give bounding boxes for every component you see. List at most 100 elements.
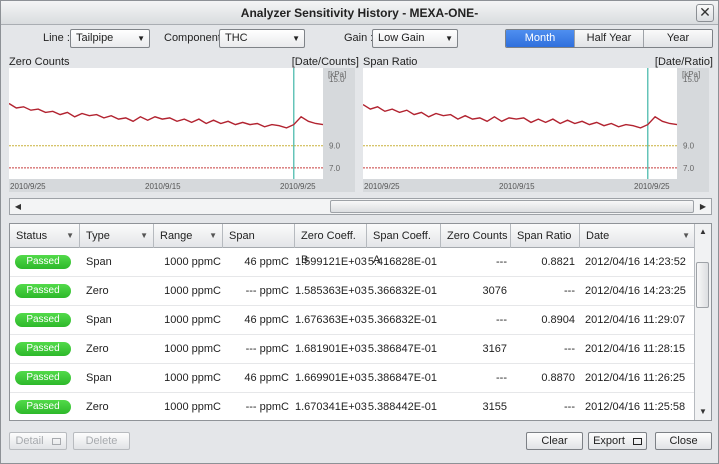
component-label: Component : bbox=[164, 32, 227, 44]
date-cell: 2012/04/16 11:29:07 bbox=[585, 314, 686, 326]
x-tick-label: 2010/9/25 bbox=[364, 182, 400, 191]
button-label: Detail bbox=[15, 435, 44, 447]
zero-counts-chart: Zero Counts [Date/Counts] [kPa] 15.0 9.0 7.… bbox=[9, 56, 359, 193]
span-cell: 46 ppmC bbox=[244, 256, 289, 268]
table-row[interactable]: Passed Zero 1000 ppmC --- ppmC 1.585363E+03 5… bbox=[10, 277, 695, 306]
gain-select-value: Low Gain bbox=[378, 32, 425, 44]
span-coeff-a-cell: 5.386847E-01 bbox=[367, 372, 437, 384]
zero-coeff-b-cell: 1.670341E+03 bbox=[295, 401, 367, 413]
export-button[interactable]: Export bbox=[588, 432, 647, 450]
detail-button[interactable]: Detail bbox=[9, 432, 67, 450]
chart-unit-label: [Date/Ratio] bbox=[654, 56, 713, 68]
clear-button[interactable]: Clear bbox=[526, 432, 583, 450]
status-badge: Passed bbox=[15, 371, 71, 385]
zero-counts-cell: --- bbox=[496, 314, 507, 326]
table-row[interactable]: Passed Zero 1000 ppmC --- ppmC 1.681901E+03 5… bbox=[10, 335, 695, 364]
range-cell: 1000 ppmC bbox=[164, 372, 221, 384]
delete-button[interactable]: Delete bbox=[73, 432, 130, 450]
table-row[interactable]: Passed Zero 1000 ppmC --- ppmC 1.670341E+03 5… bbox=[10, 393, 695, 420]
column-header-zero-counts[interactable]: Zero Counts bbox=[441, 224, 511, 248]
span-cell: 46 ppmC bbox=[244, 372, 289, 384]
close-button[interactable]: Close bbox=[655, 432, 712, 450]
chart-unit-label: [Date/Counts] bbox=[291, 56, 359, 68]
chart-plot: [kPa]15.09.07.02010/9/25 2010/9/15 2010/9/… bbox=[9, 68, 355, 192]
x-tick-label: 2010/9/15 bbox=[499, 182, 535, 191]
column-header-zero-coeff-b[interactable]: Zero Coeff. B bbox=[295, 224, 367, 266]
table-vertical-scrollbar[interactable]: ▲ ▼ bbox=[694, 224, 711, 420]
range-cell: 1000 ppmC bbox=[164, 256, 221, 268]
span-coeff-a-cell: 5.388442E-01 bbox=[367, 401, 437, 413]
arrow-down-icon[interactable]: ▼ bbox=[695, 404, 711, 420]
arrow-right-icon[interactable]: ▶ bbox=[696, 200, 710, 213]
column-label: Date bbox=[586, 230, 610, 242]
span-ratio-cell: --- bbox=[564, 401, 575, 413]
column-header-span[interactable]: Span bbox=[223, 224, 295, 248]
column-header-type[interactable]: Type ▼ bbox=[80, 224, 154, 248]
zero-counts-cell: 3076 bbox=[482, 285, 507, 297]
arrow-up-icon[interactable]: ▲ bbox=[695, 224, 711, 240]
y-tick-label: 7.0 bbox=[329, 164, 341, 173]
column-label: Zero Counts bbox=[447, 230, 508, 242]
column-header-span-coeff-a[interactable]: Span Coeff. A bbox=[367, 224, 441, 266]
column-header-date[interactable]: Date ▼ bbox=[580, 224, 695, 248]
chevron-down-icon: ▼ bbox=[209, 231, 217, 240]
zero-coeff-b-cell: 1.681901E+03 bbox=[295, 343, 367, 355]
date-cell: 2012/04/16 11:25:58 bbox=[585, 401, 686, 413]
zero-counts-cell: --- bbox=[496, 256, 507, 268]
window-icon bbox=[51, 437, 61, 445]
gain-select[interactable]: Low Gain ▼ bbox=[372, 29, 458, 48]
zero-coeff-b-cell: 1.599121E+03 bbox=[295, 256, 367, 268]
status-badge: Passed bbox=[15, 284, 71, 298]
x-tick-label: 2010/9/25 bbox=[10, 182, 46, 191]
status-badge: Passed bbox=[15, 313, 71, 327]
component-select[interactable]: THC ▼ bbox=[219, 29, 305, 48]
span-coeff-a-cell: 5.366832E-01 bbox=[367, 314, 437, 326]
y-tick-label: 9.0 bbox=[329, 142, 341, 151]
x-tick-label: 2010/9/25 bbox=[634, 182, 670, 191]
type-cell: Span bbox=[86, 256, 112, 268]
column-label: Span bbox=[229, 230, 255, 242]
chart-plot: [kPa]15.09.07.02010/9/25 2010/9/15 2010/9/… bbox=[363, 68, 709, 192]
tab-half-year[interactable]: Half Year bbox=[574, 30, 643, 47]
date-cell: 2012/04/16 11:26:25 bbox=[585, 372, 686, 384]
zero-counts-cell: --- bbox=[496, 372, 507, 384]
title-bar: Analyzer Sensitivity History - MEXA-ONE-… bbox=[1, 1, 718, 25]
range-cell: 1000 ppmC bbox=[164, 314, 221, 326]
table-row[interactable]: Passed Span 1000 ppmC 46 ppmC 1.669901E+03 5.… bbox=[10, 364, 695, 393]
tab-month[interactable]: Month bbox=[506, 30, 574, 47]
type-cell: Zero bbox=[86, 401, 109, 413]
zero-counts-cell: 3155 bbox=[482, 401, 507, 413]
type-cell: Span bbox=[86, 372, 112, 384]
zero-coeff-b-cell: 1.669901E+03 bbox=[295, 372, 367, 384]
span-ratio-cell: 0.8870 bbox=[541, 372, 575, 384]
span-coeff-a-cell: 5.386847E-01 bbox=[367, 343, 437, 355]
arrow-left-icon[interactable]: ◀ bbox=[11, 200, 25, 213]
chevron-down-icon: ▼ bbox=[66, 231, 74, 240]
column-header-range[interactable]: Range ▼ bbox=[154, 224, 223, 248]
scrollbar-thumb[interactable] bbox=[330, 200, 694, 213]
chart-title: Span Ratio bbox=[363, 56, 418, 68]
x-tick-label: 2010/9/15 bbox=[145, 182, 181, 191]
table-row[interactable]: Passed Span 1000 ppmC 46 ppmC 1.676363E+03 5.… bbox=[10, 306, 695, 335]
chevron-down-icon: ▼ bbox=[292, 34, 300, 43]
table-row[interactable]: Passed Span 1000 ppmC 46 ppmC 1.599121E+03 5.… bbox=[10, 248, 695, 277]
y-tick-label: 9.0 bbox=[683, 142, 695, 151]
tab-year[interactable]: Year bbox=[643, 30, 712, 47]
window-icon bbox=[632, 437, 642, 445]
line-select[interactable]: Tailpipe ▼ bbox=[70, 29, 150, 48]
button-label: Close bbox=[669, 435, 698, 447]
column-header-span-ratio[interactable]: Span Ratio bbox=[511, 224, 580, 248]
zero-counts-cell: 3167 bbox=[482, 343, 507, 355]
span-cell: --- ppmC bbox=[245, 285, 289, 297]
date-cell: 2012/04/16 14:23:25 bbox=[585, 285, 686, 297]
y-tick-label: 15.0 bbox=[329, 75, 345, 84]
scrollbar-thumb[interactable] bbox=[696, 262, 709, 308]
analyzer-sensitivity-window: Analyzer Sensitivity History - MEXA-ONE-… bbox=[0, 0, 719, 464]
column-label: Span Ratio bbox=[517, 230, 572, 242]
close-window-button[interactable]: ✕ bbox=[696, 4, 714, 22]
span-ratio-cell: 0.8821 bbox=[541, 256, 575, 268]
chart-horizontal-scrollbar[interactable]: ◀ ▶ bbox=[9, 198, 712, 215]
span-ratio-chart: Span Ratio [Date/Ratio] [kPa] 15.0 9.0 7.0 2… bbox=[363, 56, 713, 193]
column-header-status[interactable]: Status ▼ bbox=[10, 224, 80, 248]
button-label: Clear bbox=[541, 435, 568, 447]
